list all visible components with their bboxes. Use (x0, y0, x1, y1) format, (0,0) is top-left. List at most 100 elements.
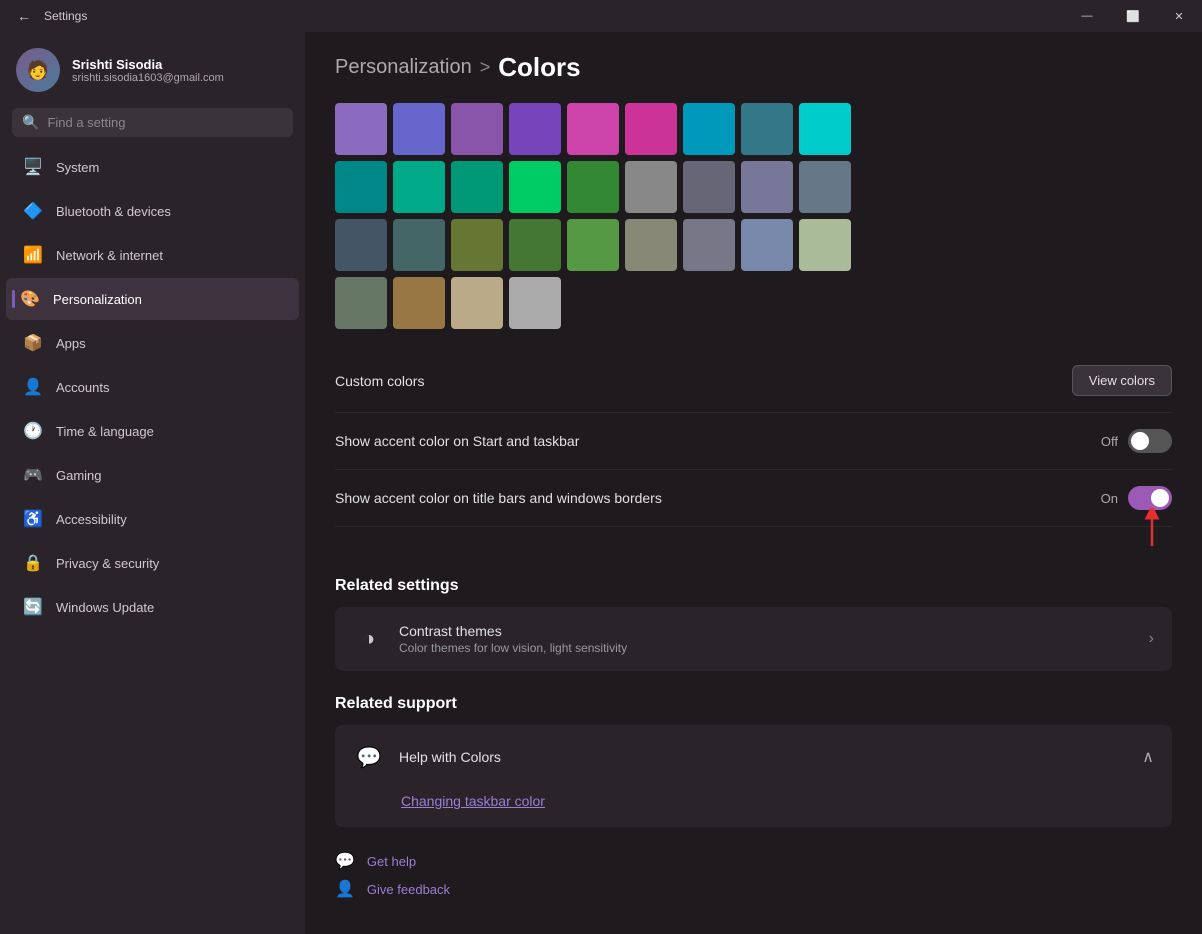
toggle-knob (1151, 489, 1169, 507)
sidebar-item-label: Network & internet (56, 248, 163, 263)
color-swatch[interactable] (509, 161, 561, 213)
color-swatch[interactable] (683, 219, 735, 271)
color-swatch[interactable] (393, 219, 445, 271)
help-colors-title: Help with Colors (399, 749, 501, 765)
color-swatch[interactable] (335, 219, 387, 271)
color-swatch[interactable] (509, 219, 561, 271)
color-swatch[interactable] (451, 277, 503, 329)
color-swatch[interactable] (509, 277, 561, 329)
contrast-themes-title: Contrast themes (399, 623, 627, 639)
sidebar-item-accounts[interactable]: 👤 Accounts (6, 366, 299, 408)
sidebar-item-label: Time & language (56, 424, 154, 439)
bluetooth-icon: 🔷 (22, 200, 44, 222)
accent-title-label: Show accent color on title bars and wind… (335, 490, 662, 506)
accent-taskbar-toggle[interactable] (1128, 429, 1172, 453)
help-colors-icon: 💬 (353, 741, 385, 773)
color-swatch[interactable] (335, 103, 387, 155)
changing-taskbar-color-link[interactable]: Changing taskbar color (401, 793, 545, 809)
maximize-button[interactable]: ⬜ (1110, 0, 1156, 32)
breadcrumb-arrow: > (480, 57, 491, 78)
color-row-2 (335, 161, 1172, 213)
sidebar-item-time[interactable]: 🕐 Time & language (6, 410, 299, 452)
color-swatch[interactable] (799, 219, 851, 271)
bottom-links: 💬 Get help 👤 Give feedback (335, 851, 1172, 899)
contrast-themes-card[interactable]: ◑ Contrast themes Color themes for low v… (335, 607, 1172, 671)
accounts-icon: 👤 (22, 376, 44, 398)
sidebar-item-gaming[interactable]: 🎮 Gaming (6, 454, 299, 496)
give-feedback-label: Give feedback (367, 882, 450, 897)
sidebar-item-personalization[interactable]: 🎨 Personalization (6, 278, 299, 320)
update-icon: 🔄 (22, 596, 44, 618)
support-content: Changing taskbar color (335, 789, 1172, 827)
get-help-link[interactable]: 💬 Get help (335, 851, 1172, 871)
color-swatch[interactable] (335, 161, 387, 213)
color-row-3 (335, 219, 1172, 271)
color-swatch[interactable] (393, 103, 445, 155)
color-swatch[interactable] (799, 103, 851, 155)
color-swatch[interactable] (451, 161, 503, 213)
color-swatch[interactable] (567, 161, 619, 213)
give-feedback-link[interactable]: 👤 Give feedback (335, 879, 1172, 899)
color-swatch[interactable] (393, 161, 445, 213)
contrast-themes-subtitle: Color themes for low vision, light sensi… (399, 641, 627, 655)
sidebar-item-network[interactable]: 📶 Network & internet (6, 234, 299, 276)
minimize-button[interactable]: — (1064, 0, 1110, 32)
contrast-themes-left: ◑ Contrast themes Color themes for low v… (353, 623, 627, 655)
custom-colors-row: Custom colors View colors (335, 349, 1172, 413)
color-swatch[interactable] (683, 161, 735, 213)
sidebar-item-update[interactable]: 🔄 Windows Update (6, 586, 299, 628)
related-settings-heading: Related settings (335, 577, 1172, 595)
color-swatch[interactable] (625, 161, 677, 213)
sidebar-item-accessibility[interactable]: ♿ Accessibility (6, 498, 299, 540)
accent-taskbar-row: Show accent color on Start and taskbar O… (335, 413, 1172, 470)
view-colors-button[interactable]: View colors (1072, 365, 1172, 396)
color-swatch[interactable] (509, 103, 561, 155)
color-swatch[interactable] (451, 219, 503, 271)
color-swatch[interactable] (741, 103, 793, 155)
color-swatch[interactable] (683, 103, 735, 155)
color-swatch[interactable] (567, 219, 619, 271)
sidebar-item-label: Accessibility (56, 512, 127, 527)
search-icon: 🔍 (22, 114, 39, 131)
color-grid (335, 103, 1172, 329)
search-box[interactable]: 🔍 (12, 108, 293, 137)
sidebar-item-apps[interactable]: 📦 Apps (6, 322, 299, 364)
color-swatch[interactable] (625, 103, 677, 155)
color-swatch[interactable] (335, 277, 387, 329)
color-swatch[interactable] (567, 103, 619, 155)
sidebar: 🧑 Srishti Sisodia srishti.sisodia1603@gm… (0, 32, 305, 934)
back-button[interactable]: ← (12, 4, 36, 28)
sidebar-item-bluetooth[interactable]: 🔷 Bluetooth & devices (6, 190, 299, 232)
main-layout: 🧑 Srishti Sisodia srishti.sisodia1603@gm… (0, 32, 1202, 934)
color-swatch[interactable] (451, 103, 503, 155)
toggle-knob (1131, 432, 1149, 450)
accent-title-toggle[interactable] (1128, 486, 1172, 510)
color-swatch[interactable] (741, 161, 793, 213)
breadcrumb-parent[interactable]: Personalization (335, 56, 472, 79)
accent-taskbar-label: Show accent color on Start and taskbar (335, 433, 579, 449)
close-button[interactable]: ✕ (1156, 0, 1202, 32)
user-email: srishti.sisodia1603@gmail.com (72, 72, 224, 84)
user-section[interactable]: 🧑 Srishti Sisodia srishti.sisodia1603@gm… (0, 32, 305, 104)
collapse-icon: ∧ (1142, 747, 1154, 767)
titlebar: ← Settings — ⬜ ✕ (0, 0, 1202, 32)
contrast-themes-icon: ◑ (353, 623, 385, 655)
color-swatch[interactable] (799, 161, 851, 213)
network-icon: 📶 (22, 244, 44, 266)
color-row-1 (335, 103, 1172, 155)
color-row-4 (335, 277, 1172, 329)
titlebar-left: ← Settings (12, 4, 87, 28)
content-area: Personalization > Colors (305, 32, 1202, 934)
accent-title-row: Show accent color on title bars and wind… (335, 470, 1172, 527)
sidebar-item-label: System (56, 160, 99, 175)
sidebar-item-privacy[interactable]: 🔒 Privacy & security (6, 542, 299, 584)
search-input[interactable] (47, 115, 283, 130)
sidebar-item-label: Privacy & security (56, 556, 159, 571)
color-swatch[interactable] (741, 219, 793, 271)
color-swatch[interactable] (393, 277, 445, 329)
sidebar-item-label: Apps (56, 336, 86, 351)
sidebar-item-system[interactable]: 🖥️ System (6, 146, 299, 188)
color-swatch[interactable] (625, 219, 677, 271)
help-colors-header[interactable]: 💬 Help with Colors ∧ (335, 725, 1172, 789)
give-feedback-icon: 👤 (335, 879, 355, 899)
